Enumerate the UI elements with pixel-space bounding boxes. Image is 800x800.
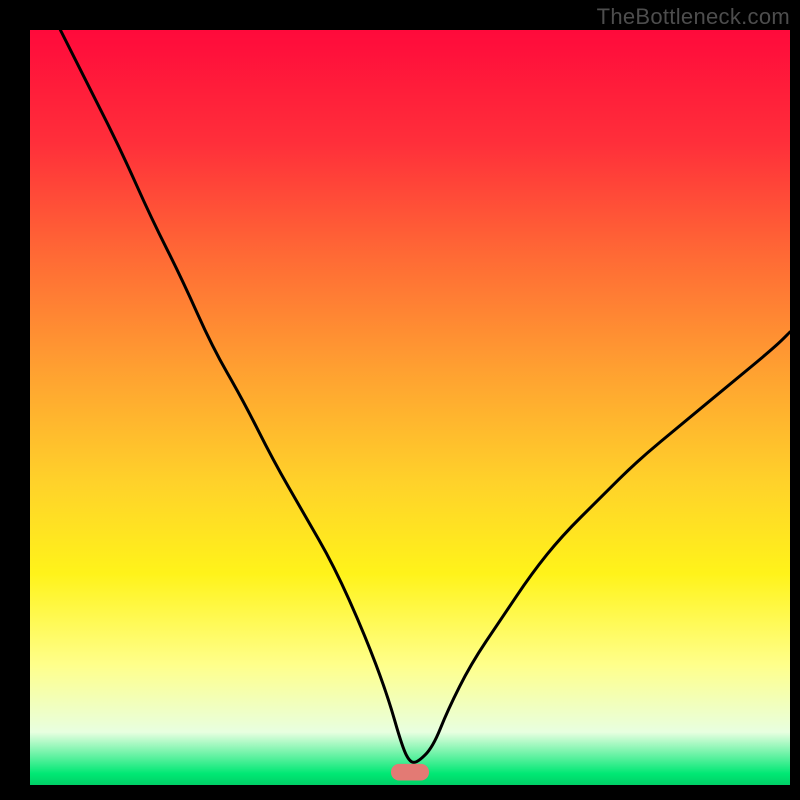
watermark-text: TheBottleneck.com bbox=[597, 4, 790, 30]
chart-plot bbox=[0, 0, 800, 800]
chart-background bbox=[30, 30, 790, 785]
optimal-range-marker bbox=[391, 764, 429, 781]
chart-stage: TheBottleneck.com bbox=[0, 0, 800, 800]
